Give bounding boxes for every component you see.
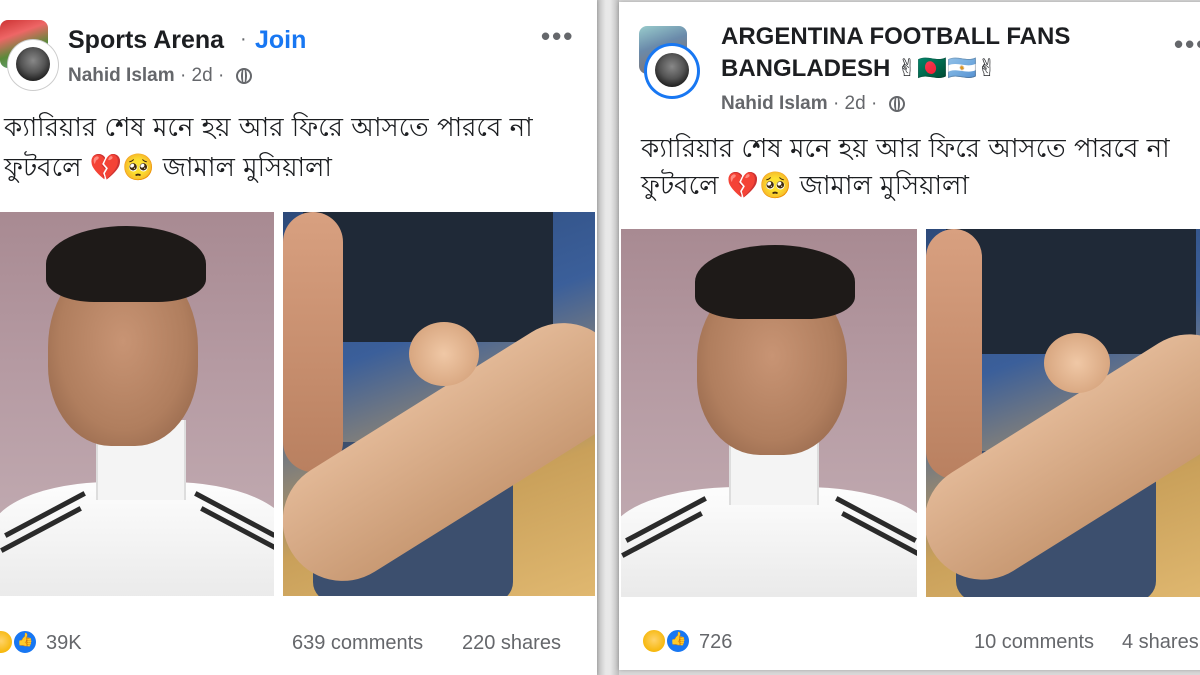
post-meta: Nahid Islam · 2d · xyxy=(68,64,252,88)
globe-icon xyxy=(235,68,252,84)
post-photo-player-portrait[interactable] xyxy=(621,229,917,597)
post-text-line-2: ফুটবলে 💔🥺 জামাল মুসিয়ালা xyxy=(4,153,332,183)
globe-icon xyxy=(888,96,905,112)
separator-dot: · xyxy=(179,65,192,86)
group-avatar[interactable] xyxy=(0,20,60,92)
reaction-count[interactable]: 39K xyxy=(46,630,82,656)
sad-reaction-icon[interactable] xyxy=(641,628,667,654)
post-text-line-1: ক্যারিয়ার শেষ মনে হয় আর ফিরে আসতে পারব… xyxy=(4,113,533,143)
more-options-icon[interactable]: ••• xyxy=(541,23,574,49)
like-reaction-icon[interactable] xyxy=(665,628,691,654)
more-options-icon[interactable]: ••• xyxy=(1174,31,1200,57)
separator-dot: · xyxy=(870,93,878,114)
post-card-argentina-fans: ARGENTINA FOOTBALL FANS BANGLADESH ✌🇧🇩🇦🇷… xyxy=(619,2,1200,670)
post-text-line-1: ক্যারিয়ার শেষ মনে হয় আর ফিরে আসতে পারব… xyxy=(641,134,1170,164)
post-meta: Nahid Islam · 2d · xyxy=(721,92,905,116)
post-card-sports-arena: Sports Arena · Join ••• Nahid Islam · 2d… xyxy=(0,0,597,675)
comments-count[interactable]: 639 comments xyxy=(292,630,423,656)
reaction-count[interactable]: 726 xyxy=(699,629,732,655)
like-reaction-icon[interactable] xyxy=(12,629,38,655)
group-name[interactable]: Sports Arena xyxy=(68,25,224,55)
comments-count[interactable]: 10 comments xyxy=(974,629,1094,655)
post-text-line-2: ফুটবলে 💔🥺 জামাল মুসিয়ালা xyxy=(641,171,969,201)
post-photo-player-portrait[interactable] xyxy=(0,212,274,596)
author-name[interactable]: Nahid Islam xyxy=(721,93,828,114)
separator-dot: · xyxy=(240,28,247,50)
separator-dot: · xyxy=(217,65,225,86)
screenshot-divider xyxy=(597,0,619,675)
post-photo-injured-ankle[interactable] xyxy=(283,212,595,596)
shares-count[interactable]: 4 shares xyxy=(1122,629,1199,655)
shares-count[interactable]: 220 shares xyxy=(462,630,561,656)
group-name-line-1[interactable]: ARGENTINA FOOTBALL FANS xyxy=(721,22,1070,52)
author-avatar[interactable] xyxy=(8,40,58,90)
separator-dot: · xyxy=(832,93,845,114)
post-photo-injured-ankle[interactable] xyxy=(926,229,1200,597)
post-time[interactable]: 2d xyxy=(192,65,213,86)
join-button[interactable]: Join xyxy=(255,25,306,55)
post-time[interactable]: 2d xyxy=(845,93,866,114)
author-name[interactable]: Nahid Islam xyxy=(68,65,175,86)
group-avatar[interactable] xyxy=(639,26,699,98)
group-name-line-2[interactable]: BANGLADESH ✌🇧🇩🇦🇷✌ xyxy=(721,54,997,84)
author-avatar[interactable] xyxy=(647,46,697,96)
